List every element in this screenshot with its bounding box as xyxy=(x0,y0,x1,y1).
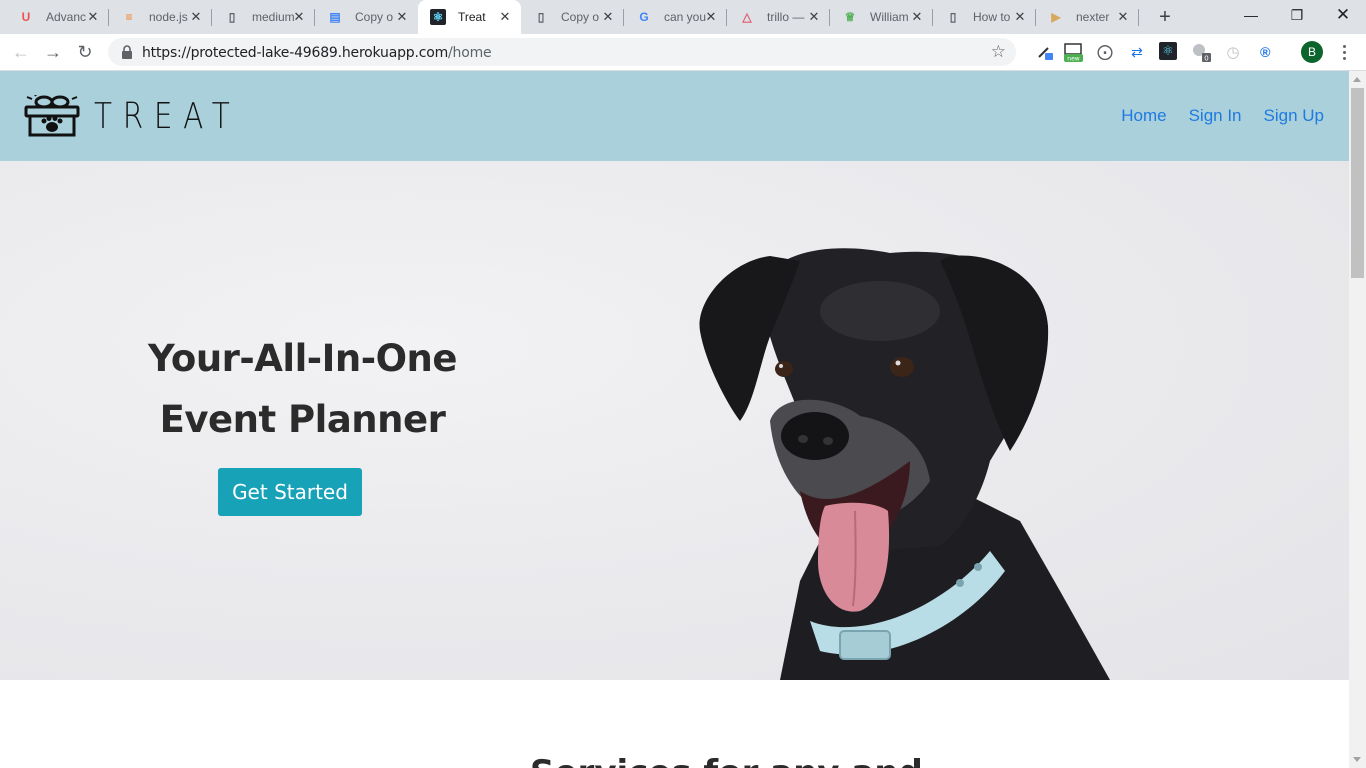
nav-sign-up-link[interactable]: Sign Up xyxy=(1264,106,1324,126)
restore-button[interactable]: ❐ xyxy=(1274,0,1320,30)
tab-separator xyxy=(829,9,830,26)
tab-title: Copy o xyxy=(561,10,600,24)
browser-tab[interactable]: ▶ nexter ✕ xyxy=(1036,0,1139,34)
browser-tab[interactable]: ▤ Copy o ✕ xyxy=(315,0,418,34)
tab-title: Treat xyxy=(458,10,486,24)
browser-tab[interactable]: ▯ Copy o ✕ xyxy=(521,0,624,34)
tab-separator xyxy=(932,9,933,26)
tab-separator xyxy=(211,9,212,26)
puzzle-extension-icon[interactable]: 0 xyxy=(1191,42,1211,62)
tab-separator xyxy=(108,9,109,26)
screenshot-extension-icon[interactable]: new xyxy=(1062,42,1084,62)
page-icon: ▯ xyxy=(228,10,236,24)
stackoverflow-icon: ≡ xyxy=(125,10,133,24)
browser-tab[interactable]: ≡ node.js ✕ xyxy=(109,0,212,34)
profile-avatar[interactable]: B xyxy=(1301,41,1323,63)
tab-close-icon[interactable]: ✕ xyxy=(1115,9,1131,25)
r-extension-icon[interactable]: ® xyxy=(1255,42,1275,62)
tab-title: How to xyxy=(973,10,1011,24)
page-scrollbar[interactable] xyxy=(1349,71,1366,768)
tab-close-icon[interactable]: ✕ xyxy=(497,9,513,25)
code-extension-icon[interactable]: ⨀ xyxy=(1095,42,1115,62)
scroll-down-arrow-icon[interactable] xyxy=(1353,757,1361,762)
tab-title: can you xyxy=(664,10,707,24)
tab-title: trillo — xyxy=(767,10,805,24)
browser-tab[interactable]: Gcan you ✕ xyxy=(624,0,727,34)
tab-separator xyxy=(1138,9,1139,26)
back-button[interactable]: ← xyxy=(9,40,33,64)
play-icon: ▶ xyxy=(1051,10,1061,24)
color-picker-extension-icon[interactable] xyxy=(1035,42,1055,62)
tab-close-icon[interactable]: ✕ xyxy=(806,9,822,25)
nav-sign-in-link[interactable]: Sign In xyxy=(1189,106,1242,126)
svg-text:new: new xyxy=(1067,56,1079,63)
tab-separator xyxy=(314,9,315,26)
services-heading: Services for any and xyxy=(530,753,923,768)
browser-tab[interactable]: ♕ William ✕ xyxy=(830,0,933,34)
tab-title: Copy o xyxy=(355,10,394,24)
page-icon: ▯ xyxy=(537,10,545,24)
get-started-button[interactable]: Get Started xyxy=(218,468,362,516)
address-bar[interactable]: https://protected-lake-49689.herokuapp.c… xyxy=(108,38,1016,66)
browser-tab[interactable]: ▯ How to ✕ xyxy=(933,0,1036,34)
tab-title: William xyxy=(870,10,909,24)
udemy-icon: U xyxy=(21,10,31,24)
reload-button[interactable]: ↻ xyxy=(73,40,97,64)
tab-title: node.js xyxy=(149,10,188,24)
swap-extension-icon[interactable]: ⇄ xyxy=(1127,42,1147,62)
svg-text:0: 0 xyxy=(1204,55,1208,63)
triangle-icon: △ xyxy=(742,10,752,24)
bookmark-star-icon[interactable]: ☆ xyxy=(991,42,1006,62)
react-icon: ⚛ xyxy=(430,9,446,25)
site-nav-links: Home Sign In Sign Up xyxy=(1121,106,1324,126)
browser-toolbar: ← → ↻ https://protected-lake-49689.herok… xyxy=(0,34,1366,71)
brand-name: TREAT xyxy=(94,95,241,137)
tab-close-icon[interactable]: ✕ xyxy=(394,9,410,25)
site-navbar: TREAT Home Sign In Sign Up xyxy=(0,71,1349,161)
brand-logo[interactable]: TREAT xyxy=(24,95,273,137)
tab-separator xyxy=(623,9,624,26)
tab-close-icon[interactable]: ✕ xyxy=(703,9,719,25)
tab-close-icon[interactable]: ✕ xyxy=(600,9,616,25)
tab-title: nexter xyxy=(1076,10,1110,24)
tab-separator xyxy=(726,9,727,26)
google-docs-icon: ▤ xyxy=(329,10,341,24)
tab-strip: ▶ nexter ✕ ▯ How to ✕ ♕ William ✕ △ trillo — ✕ Gcan … xyxy=(0,0,1366,34)
lock-icon xyxy=(122,45,132,59)
page-icon: ▯ xyxy=(949,10,957,24)
browser-menu-icon[interactable] xyxy=(1336,42,1352,62)
scrollbar-thumb[interactable] xyxy=(1351,88,1364,278)
tab-close-icon[interactable]: ✕ xyxy=(909,9,925,25)
tab-close-icon[interactable]: ✕ xyxy=(1012,9,1028,25)
dog-hero-image xyxy=(699,248,1110,680)
browser-tab[interactable]: U Advanc ✕ xyxy=(6,0,109,34)
minimize-button[interactable]: — xyxy=(1228,0,1274,30)
crown-icon: ♕ xyxy=(844,10,856,24)
browser-tab[interactable]: ⚛ Treat ✕ xyxy=(418,0,521,34)
close-window-button[interactable]: ✕ xyxy=(1320,0,1366,30)
nav-home-link[interactable]: Home xyxy=(1121,106,1166,126)
clock-extension-icon[interactable]: ◷ xyxy=(1223,42,1243,62)
scroll-up-arrow-icon[interactable] xyxy=(1353,77,1361,82)
tab-separator xyxy=(1035,9,1036,26)
new-tab-button[interactable]: + xyxy=(1153,6,1177,28)
tab-title: medium xyxy=(252,10,295,24)
browser-tab[interactable]: ▯ medium ✕ xyxy=(212,0,315,34)
react-devtools-icon[interactable]: ⚛ xyxy=(1159,42,1177,60)
url-text: https://protected-lake-49689.herokuapp.c… xyxy=(142,45,492,61)
tab-close-icon[interactable]: ✕ xyxy=(85,9,101,25)
page-viewport: TREAT Home Sign In Sign Up Your-All-In-O… xyxy=(0,71,1349,768)
hero-title: Your-All-In-One Event Planner xyxy=(148,337,457,441)
gift-paw-icon xyxy=(24,95,80,137)
tab-close-icon[interactable]: ✕ xyxy=(291,9,307,25)
tab-title: Advanc xyxy=(46,10,87,24)
browser-tab[interactable]: △ trillo — ✕ xyxy=(727,0,830,34)
tab-close-icon[interactable]: ✕ xyxy=(188,9,204,25)
forward-button[interactable]: → xyxy=(41,40,65,64)
google-icon: G xyxy=(639,10,649,24)
